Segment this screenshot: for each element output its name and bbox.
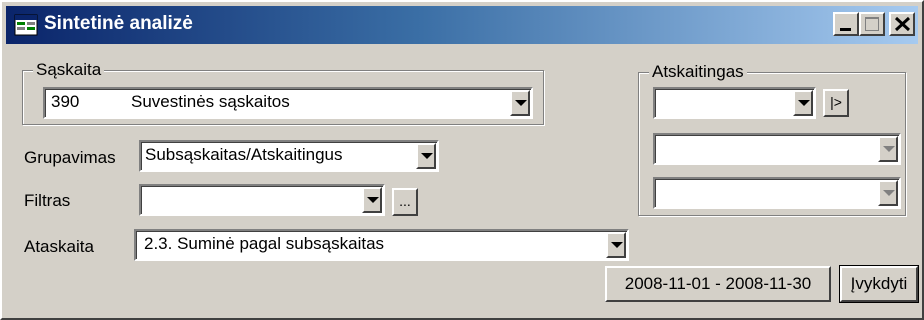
- accountable-sub-dropdown-1[interactable]: [878, 136, 898, 162]
- account-select[interactable]: 390 Suvestinės sąskaitos: [43, 87, 533, 119]
- analysis-window: Sintetinė analizė Sąskaita 390 Suvestinė…: [0, 0, 924, 320]
- filter-select[interactable]: [139, 184, 385, 216]
- report-label: Ataskaita: [24, 237, 94, 256]
- account-code: 390: [51, 92, 80, 111]
- accountable-group-legend: Atskaitingas: [649, 62, 747, 82]
- account-name: Suvestinės sąskaitos: [131, 92, 290, 111]
- grouping-value: Subsąskaitas/Atskaitingus: [145, 145, 343, 164]
- accountable-sub-select-2[interactable]: [653, 177, 901, 209]
- account-group: Sąskaita 390 Suvestinės sąskaitos: [22, 60, 544, 125]
- account-dropdown-button[interactable]: [510, 90, 530, 116]
- accountable-sub-select-1[interactable]: [653, 133, 901, 165]
- accountable-sub-dropdown-2[interactable]: [878, 180, 898, 206]
- title-bar[interactable]: Sintetinė analizė: [6, 6, 918, 44]
- accountable-next-button[interactable]: |>: [823, 89, 849, 117]
- app-window-icon: [14, 14, 38, 36]
- accountable-group: Atskaitingas |>: [638, 62, 906, 216]
- accountable-dropdown-button[interactable]: [793, 90, 813, 116]
- report-value: 2.3. Suminė pagal subsąskaitas: [144, 234, 385, 253]
- close-button[interactable]: [889, 12, 915, 36]
- window-title: Sintetinė analizė: [44, 13, 193, 34]
- grouping-label: Grupavimas: [24, 148, 116, 167]
- date-range-button[interactable]: 2008-11-01 - 2008-11-30: [605, 266, 831, 302]
- report-dropdown-button[interactable]: [606, 232, 626, 258]
- report-select[interactable]: 2.3. Suminė pagal subsąskaitas: [134, 229, 629, 261]
- execute-button[interactable]: Įvykdyti: [839, 265, 919, 303]
- minimize-button[interactable]: [833, 12, 859, 36]
- grouping-dropdown-button[interactable]: [416, 143, 436, 169]
- grouping-select[interactable]: Subsąskaitas/Atskaitingus: [139, 140, 439, 172]
- close-icon: [894, 16, 911, 32]
- filter-label: Filtras: [24, 191, 71, 210]
- maximize-button[interactable]: [859, 12, 885, 36]
- account-group-legend: Sąskaita: [33, 60, 105, 80]
- filter-browse-button[interactable]: ...: [392, 188, 418, 216]
- filter-dropdown-button[interactable]: [362, 187, 382, 213]
- accountable-select[interactable]: [653, 87, 816, 119]
